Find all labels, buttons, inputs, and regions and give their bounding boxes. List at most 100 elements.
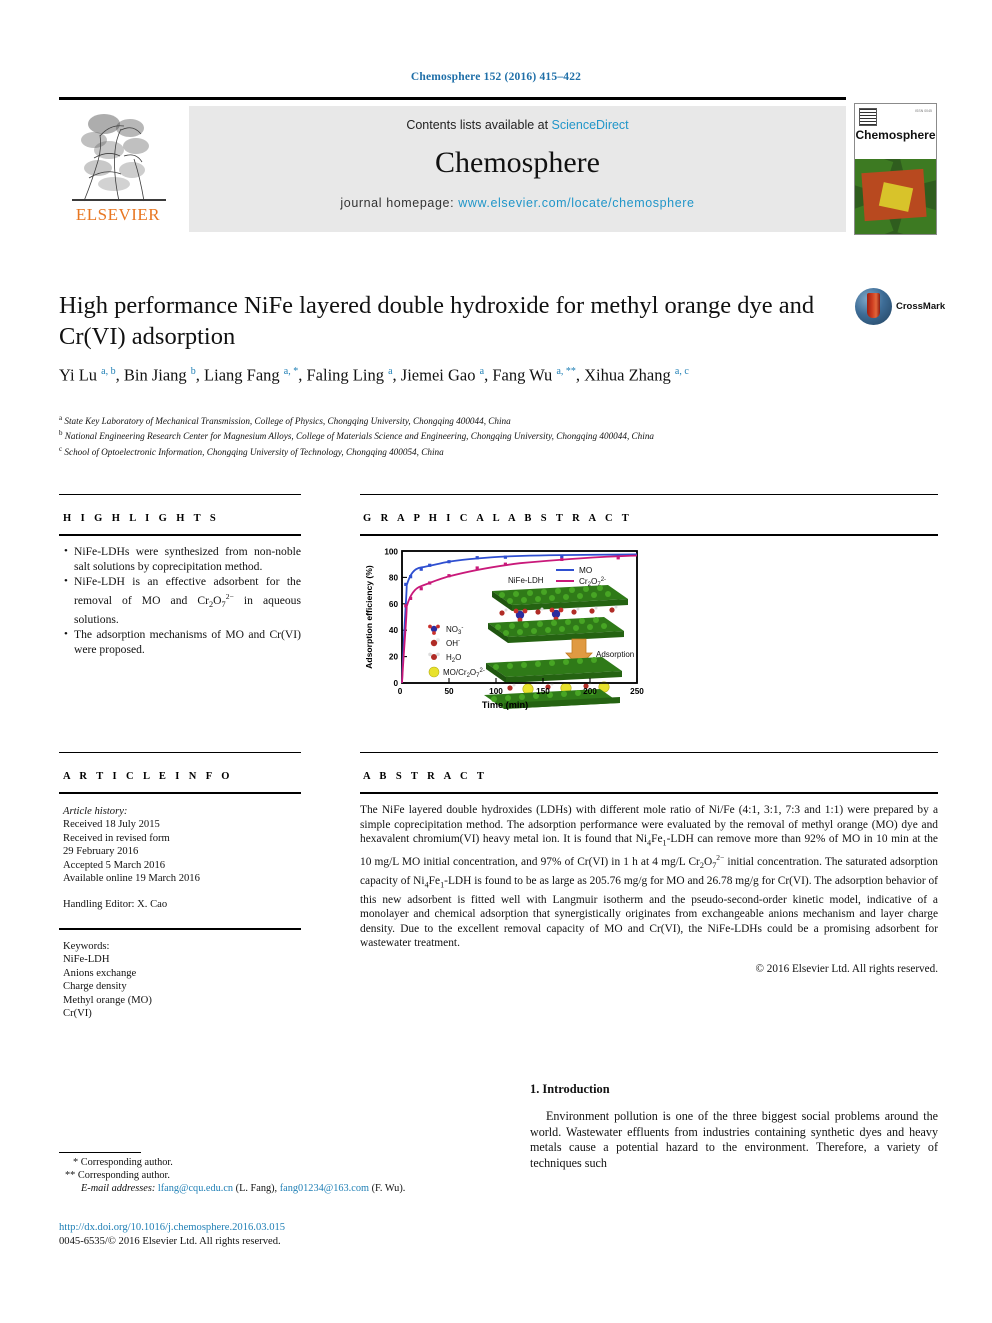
svg-text:250: 250 [630, 687, 644, 696]
svg-text:60: 60 [389, 600, 399, 609]
email-addresses-line: E-mail addresses: lfang@cqu.edu.cn (L. F… [59, 1182, 519, 1195]
abstract-text: The NiFe layered double hydroxides (LDHs… [360, 804, 938, 950]
affiliation-marker: b [59, 429, 63, 438]
affiliation-text: National Engineering Research Center for… [64, 431, 655, 442]
crossmark-label: CrossMark [896, 301, 946, 312]
footnote-block: * Corresponding author. ** Corresponding… [59, 1156, 519, 1196]
keywords-block: Keywords: NiFe-LDH Anions exchange Charg… [63, 940, 303, 1020]
highlight-item: The adsorption mechanisms of MO and Cr(V… [63, 627, 301, 657]
footnote-rule [59, 1152, 141, 1153]
chart-xlabel: Time (min) [482, 700, 528, 710]
sciencedirect-link[interactable]: ScienceDirect [552, 118, 629, 132]
keywords-rule [59, 928, 301, 930]
affiliation-item: b National Engineering Research Center f… [59, 427, 879, 442]
affiliation-marker: a [59, 414, 63, 422]
crossmark-badge[interactable]: CrossMark [855, 288, 945, 328]
svg-text:100: 100 [489, 687, 503, 696]
article-info-rule [59, 792, 301, 794]
keywords-label: Keywords: [63, 941, 110, 952]
affiliation-marker: c [59, 444, 63, 453]
highlights-list: NiFe-LDHs were synthesized from non-nobl… [63, 544, 301, 658]
svg-text:0: 0 [393, 679, 398, 688]
email-label: E-mail addresses: [81, 1183, 156, 1195]
abstract-top-rule [360, 752, 938, 753]
svg-text:0: 0 [398, 687, 403, 696]
affiliation-text: School of Optoelectronic Information, Ch… [64, 447, 444, 457]
masthead-top-rule [59, 97, 846, 100]
affiliation-list: a State Key Laboratory of Mechanical Tra… [59, 412, 879, 458]
article-history-block: Article history: Received 18 July 2015 R… [63, 805, 303, 912]
keyword-item: Charge density [63, 981, 127, 993]
highlight-item: NiFe-LDH is an effective adsorbent for t… [63, 574, 301, 627]
article-info-top-rule [59, 752, 301, 753]
article-history-item: Available online 19 March 2016 [63, 873, 200, 885]
masthead-banner: Contents lists available at ScienceDirec… [189, 106, 846, 232]
affiliation-item: a State Key Laboratory of Mechanical Tra… [59, 412, 879, 427]
svg-text:50: 50 [444, 687, 454, 696]
svg-text:100: 100 [384, 548, 398, 557]
cover-journal-title: Chemosphere [855, 128, 936, 142]
introduction-paragraph: Environment pollution is one of the thre… [530, 1109, 938, 1170]
keyword-item: Anions exchange [63, 967, 137, 979]
inset-label-ldh: NiFe-LDH [508, 576, 544, 585]
affiliation-item: c School of Optoelectronic Information, … [59, 443, 879, 458]
highlights-top-rule [59, 494, 301, 495]
elsevier-tree-icon [72, 114, 166, 202]
abstract-heading: A B S T R A C T [363, 771, 488, 782]
corresponding-author-2: ** Corresponding author. [65, 1170, 170, 1182]
cover-top-area: ISSN 0045 Chemosphere [855, 104, 936, 159]
corresponding-author-1: * Corresponding author. [73, 1157, 173, 1168]
doi-link[interactable]: http://dx.doi.org/10.1016/j.chemosphere.… [59, 1221, 579, 1235]
email-link-fang[interactable]: lfang@cqu.edu.cn [158, 1183, 233, 1194]
graphical-abstract-figure: 0 50 100 150 200 250 0 20 40 60 80 100 T… [360, 543, 650, 711]
svg-text:150: 150 [536, 687, 550, 696]
svg-text:80: 80 [389, 573, 399, 582]
inset-label-adsorption: Adsorption [596, 650, 634, 659]
paper-page: Chemosphere 152 (2016) 415–422 ELSEVIER … [0, 0, 992, 1323]
article-history-item: 29 February 2016 [63, 846, 139, 858]
graphical-abstract-rule [360, 534, 938, 536]
footer-block: http://dx.doi.org/10.1016/j.chemosphere.… [59, 1221, 579, 1250]
issn-copyright-line: 0045-6535/© 2016 Elsevier Ltd. All right… [59, 1236, 281, 1248]
journal-reference: Chemosphere 152 (2016) 415–422 [410, 71, 582, 83]
chart-ylabel: Adsorption efficiency (%) [364, 565, 374, 669]
article-history-item: Received 18 July 2015 [63, 819, 160, 831]
affiliation-text: State Key Laboratory of Mechanical Trans… [64, 416, 511, 427]
journal-homepage-line: journal homepage: www.elsevier.com/locat… [189, 196, 846, 210]
contents-available-line: Contents lists available at ScienceDirec… [189, 118, 846, 132]
journal-homepage-url[interactable]: www.elsevier.com/locate/chemosphere [458, 196, 694, 210]
svg-text:OH-: OH- [446, 638, 460, 648]
email-name-1: (L. Fang), [235, 1183, 278, 1195]
keyword-item: Methyl orange (MO) [63, 994, 152, 1006]
elsevier-mark-icon [859, 108, 877, 126]
handling-editor: Handling Editor: X. Cao [63, 899, 168, 911]
copyright-line: © 2016 Elsevier Ltd. All rights reserved… [755, 963, 939, 975]
journal-title: Chemosphere [435, 146, 600, 179]
graphical-abstract-top-rule [360, 494, 938, 495]
introduction-heading: 1. Introduction [530, 1082, 610, 1096]
article-history-label: Article history: [63, 806, 128, 817]
crossmark-circle-icon [855, 288, 892, 325]
page-title: High performance NiFe layered double hyd… [59, 292, 815, 350]
legend-label-mo: MO [579, 566, 592, 575]
journal-cover-thumbnail: ISSN 0045 Chemosphere [854, 103, 937, 235]
title-block: High performance NiFe layered double hyd… [59, 290, 849, 352]
graphical-abstract-heading: G R A P H I C A L A B S T R A C T [363, 513, 633, 524]
email-link-wu[interactable]: fang01234@163.com [280, 1183, 369, 1194]
elsevier-wordmark: ELSEVIER [75, 205, 161, 224]
highlight-item: NiFe-LDHs were synthesized from non-nobl… [63, 544, 301, 574]
crossmark-book-icon [867, 293, 880, 318]
article-info-heading: A R T I C L E I N F O [63, 771, 233, 782]
abstract-rule [360, 792, 938, 794]
journal-masthead: ELSEVIER Contents lists available at Sci… [59, 97, 937, 235]
highlights-rule [59, 534, 301, 536]
svg-text:200: 200 [583, 687, 597, 696]
highlights-heading: H I G H L I G H T S [63, 513, 220, 524]
homepage-prefix-text: journal homepage: [340, 196, 459, 210]
contents-prefix-text: Contents lists available at [406, 118, 552, 132]
email-name-2: (F. Wu). [371, 1183, 406, 1195]
keyword-item: NiFe-LDH [63, 954, 110, 966]
cover-artwork [855, 159, 936, 234]
svg-text:20: 20 [389, 653, 399, 662]
elsevier-logo: ELSEVIER [59, 106, 179, 232]
